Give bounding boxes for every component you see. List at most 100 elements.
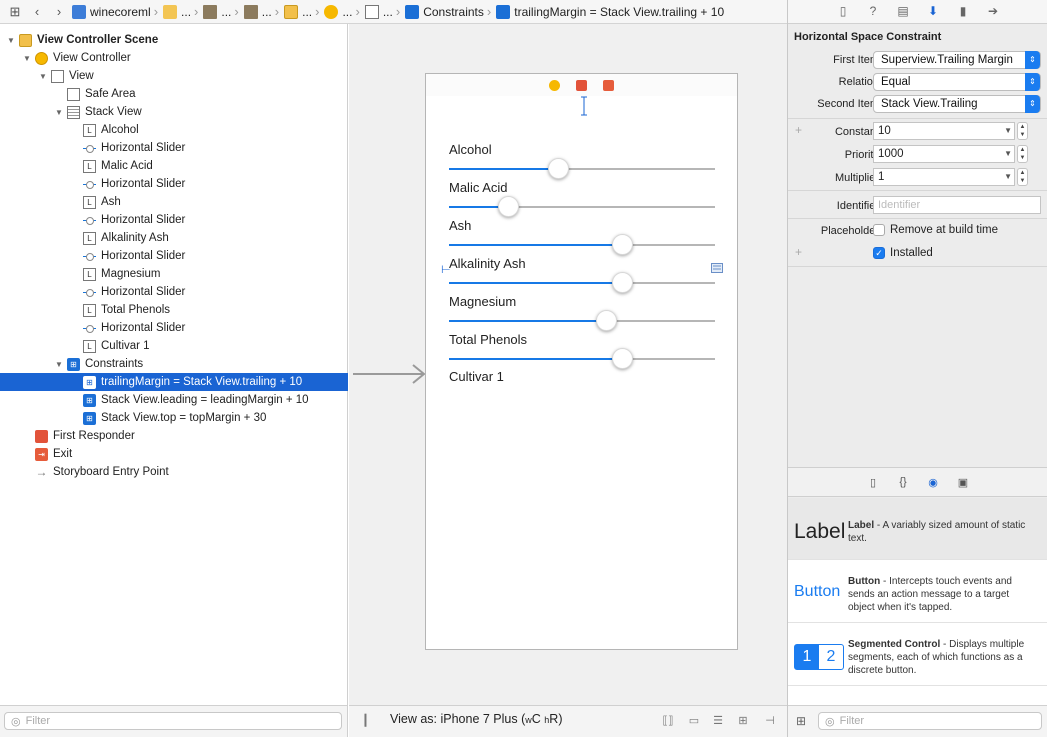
crumb-view[interactable]: ... xyxy=(363,4,393,19)
parameter-label[interactable]: Malic Acid xyxy=(449,180,508,195)
outline-row[interactable]: ▼ View Controller Scene xyxy=(0,31,348,49)
outline-row[interactable]: → Storyboard Entry Point xyxy=(0,463,348,481)
toggle-outline-icon[interactable]: ▕▏ xyxy=(357,714,374,727)
crumb-selected-constraint[interactable]: trailingMargin = Stack View.trailing + 1… xyxy=(494,4,724,19)
outline-row[interactable]: L Cultivar 1 xyxy=(0,337,348,355)
outline-row[interactable]: Horizontal Slider xyxy=(0,247,348,265)
outline-row[interactable]: First Responder xyxy=(0,427,348,445)
disclosure-triangle-icon[interactable]: ▼ xyxy=(22,53,32,63)
priority-field[interactable]: 1000 ▼ xyxy=(873,145,1015,163)
back-button[interactable]: ‹ xyxy=(26,4,48,19)
library-item-button[interactable]: Button Button - Intercepts touch events … xyxy=(788,561,1047,623)
view-controller-icon[interactable] xyxy=(549,80,560,91)
parameter-label[interactable]: Alcohol xyxy=(449,142,492,157)
slider-thumb[interactable] xyxy=(548,158,569,179)
horizontal-slider[interactable] xyxy=(449,234,715,255)
outline-row[interactable]: L Alkalinity Ash xyxy=(0,229,348,247)
crumb-folder[interactable]: ... xyxy=(161,4,191,19)
outline-row[interactable]: ⊞ Stack View.leading = leadingMargin + 10 xyxy=(0,391,348,409)
related-items-icon[interactable]: ⊞ xyxy=(4,4,26,20)
identifier-field[interactable]: Identifier xyxy=(873,196,1041,214)
stack-view-badge-icon[interactable] xyxy=(711,263,723,273)
constant-stepper[interactable]: ▲ ▼ xyxy=(1017,122,1028,140)
disclosure-triangle-icon[interactable]: ▼ xyxy=(54,359,64,369)
add-installed-variation-icon[interactable]: + xyxy=(795,245,802,259)
outline-row[interactable]: ⊞ Stack View.top = topMargin + 30 xyxy=(0,409,348,427)
library-item-label[interactable]: Label Label - A variably sized amount of… xyxy=(788,498,1047,560)
chevron-down-icon[interactable]: ▼ xyxy=(1004,146,1012,162)
first-responder-icon[interactable] xyxy=(576,80,587,91)
outline-row[interactable]: L Ash xyxy=(0,193,348,211)
constraint-ibeam-icon[interactable] xyxy=(580,96,588,116)
slider-thumb[interactable] xyxy=(498,196,519,217)
file-templates-icon[interactable]: ▯ xyxy=(866,476,880,490)
outline-row[interactable]: ▼ View xyxy=(0,67,348,85)
crumb-constraints[interactable]: Constraints xyxy=(403,4,484,19)
outline-row[interactable]: Horizontal Slider xyxy=(0,283,348,301)
chevron-down-icon[interactable]: ▼ xyxy=(1004,123,1012,139)
slider-thumb[interactable] xyxy=(612,272,633,293)
parameter-label[interactable]: Alkalinity Ash xyxy=(449,256,526,271)
slider-thumb[interactable] xyxy=(612,348,633,369)
outline-row[interactable]: Horizontal Slider xyxy=(0,319,348,337)
media-library-icon[interactable]: ▣ xyxy=(956,476,970,490)
identity-inspector-icon[interactable]: ▤ xyxy=(895,4,911,20)
device-view[interactable]: ⊢ Alcohol Malic Acid Ash Alkalinity Ash Magn… xyxy=(425,96,738,650)
size-inspector-icon[interactable]: ▮ xyxy=(955,4,971,20)
outline-row[interactable]: Horizontal Slider xyxy=(0,175,348,193)
outline-row[interactable]: Horizontal Slider xyxy=(0,211,348,229)
horizontal-slider[interactable] xyxy=(449,310,715,331)
outline-row[interactable]: ▼ Stack View xyxy=(0,103,348,121)
result-label[interactable]: Cultivar 1 xyxy=(449,369,504,384)
remove-at-build-time-checkbox[interactable] xyxy=(873,224,885,236)
outline-row[interactable]: ▼ View Controller xyxy=(0,49,348,67)
parameter-label[interactable]: Total Phenols xyxy=(449,332,527,347)
outline-row[interactable]: L Total Phenols xyxy=(0,301,348,319)
add-constraints-icon[interactable]: ⊞ xyxy=(736,714,750,727)
storyboard-entry-arrow[interactable] xyxy=(353,364,427,384)
quick-help-icon[interactable]: ? xyxy=(865,4,881,20)
embed-stack-icon[interactable]: ▭ xyxy=(687,714,701,727)
slider-thumb[interactable] xyxy=(596,310,617,331)
code-snippets-icon[interactable]: {} xyxy=(896,476,910,490)
constant-field[interactable]: 10 ▼ xyxy=(873,122,1015,140)
first-item-popup[interactable]: Superview.Trailing Margin ⇕ xyxy=(873,51,1041,69)
crumb-storyboard-base[interactable]: ... xyxy=(242,4,272,19)
connections-inspector-icon[interactable]: ➔ xyxy=(985,4,1001,20)
outline-row[interactable]: ▼ ⊞ Constraints xyxy=(0,355,348,373)
crumb-view-controller[interactable]: ... xyxy=(322,4,352,19)
storyboard-canvas[interactable]: ⊢ Alcohol Malic Acid Ash Alkalinity Ash Magn… xyxy=(349,24,787,705)
outline-filter-field[interactable]: ◎ Filter xyxy=(4,712,342,730)
grid-view-icon[interactable]: ⊞ xyxy=(796,714,806,728)
align-icon[interactable]: ☰ xyxy=(711,714,725,727)
attributes-inspector-icon[interactable]: ⬇ xyxy=(925,4,941,20)
horizontal-slider[interactable] xyxy=(449,158,715,179)
forward-button[interactable]: › xyxy=(48,4,70,19)
horizontal-slider[interactable] xyxy=(449,272,715,293)
multiplier-stepper[interactable]: ▲ ▼ xyxy=(1017,168,1028,186)
horizontal-slider[interactable] xyxy=(449,348,715,369)
library-filter-field[interactable]: ◎ Filter xyxy=(818,712,1042,730)
outline-row[interactable]: L Malic Acid xyxy=(0,157,348,175)
chevron-down-icon[interactable]: ▼ xyxy=(1004,169,1012,185)
outline-row[interactable]: L Magnesium xyxy=(0,265,348,283)
second-item-popup[interactable]: Stack View.Trailing ⇕ xyxy=(873,95,1041,113)
priority-stepper[interactable]: ▲ ▼ xyxy=(1017,145,1028,163)
slider-thumb[interactable] xyxy=(612,234,633,255)
parameter-label[interactable]: Ash xyxy=(449,218,471,233)
outline-row[interactable]: Horizontal Slider xyxy=(0,139,348,157)
add-variation-icon[interactable]: + xyxy=(795,123,802,137)
resolve-issues-icon[interactable]: ⊣ xyxy=(763,714,777,727)
outline-row[interactable]: L Alcohol xyxy=(0,121,348,139)
exit-icon[interactable] xyxy=(603,80,614,91)
crumb-project[interactable]: winecoreml xyxy=(70,4,151,19)
view-as-device[interactable]: View as: iPhone 7 Plus (wC hR) xyxy=(390,712,563,726)
disclosure-triangle-icon[interactable]: ▼ xyxy=(38,71,48,81)
crumb-storyboard[interactable]: ... xyxy=(201,4,231,19)
outline-row[interactable]: Safe Area xyxy=(0,85,348,103)
file-inspector-icon[interactable]: ▯ xyxy=(835,4,851,20)
disclosure-triangle-icon[interactable]: ▼ xyxy=(6,35,16,45)
object-library-icon[interactable]: ◉ xyxy=(926,476,940,490)
update-frames-icon[interactable]: ⟦⟧ xyxy=(661,714,675,727)
multiplier-field[interactable]: 1 ▼ xyxy=(873,168,1015,186)
